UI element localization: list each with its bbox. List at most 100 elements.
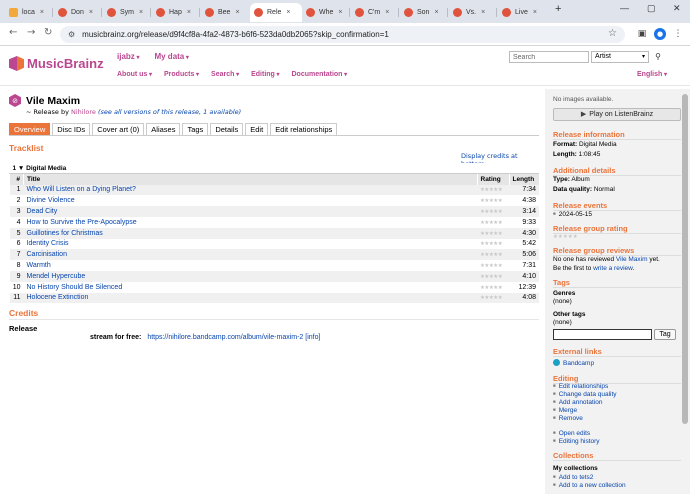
bandcamp-item[interactable]: Bandcamp (553, 359, 594, 367)
search-input[interactable] (509, 51, 589, 63)
artist-link[interactable]: Nihilore (71, 108, 96, 116)
write-review-link[interactable]: write a review (593, 265, 632, 272)
extension-icon[interactable]: ▣ (636, 28, 648, 40)
track-title-link[interactable]: Warmth (24, 260, 478, 271)
browser-tab[interactable]: Vs. × (449, 3, 496, 22)
close-tab-icon[interactable]: × (533, 9, 537, 16)
all-versions-link[interactable]: (see all versions of this release, 1 ava… (98, 108, 241, 116)
forward-icon[interactable]: → (27, 27, 35, 38)
browser-tab[interactable]: Bee × (201, 3, 248, 22)
rating-stars-icon[interactable]: ★★★★★ (480, 187, 503, 193)
close-tab-icon[interactable]: × (434, 9, 438, 16)
track-title-link[interactable]: No History Should Be Silenced (24, 282, 478, 293)
browser-tab[interactable]: Don × (54, 3, 101, 22)
open-edits-link[interactable]: Open edits (553, 430, 590, 437)
user-menu-ijabz[interactable]: ijabz (117, 52, 139, 61)
maximize-icon[interactable]: ▢ (647, 3, 656, 14)
track-title-link[interactable]: How to Survive the Pre-Apocalypse (24, 217, 478, 228)
close-tab-icon[interactable]: × (187, 9, 191, 16)
browser-tab[interactable]: Hap × (152, 3, 199, 22)
track-rating[interactable]: ★★★★★ (477, 227, 509, 239)
track-rating[interactable]: ★★★★★ (477, 206, 509, 217)
listenbrainz-button[interactable]: ▶ Play on ListenBrainz (553, 108, 681, 121)
rating-stars-icon[interactable]: ★★★★★ (480, 231, 503, 237)
track-title-link[interactable]: Guillotines for Christmas (23, 227, 477, 239)
rating-stars-icon[interactable]: ★★★★★ (480, 295, 503, 301)
change-data-quality-link[interactable]: Change data quality (553, 391, 617, 398)
language-select[interactable]: English (637, 71, 667, 78)
track-rating[interactable]: ★★★★★ (477, 249, 509, 261)
merge-link[interactable]: Merge (553, 407, 577, 414)
edit-relationships-link[interactable]: Edit relationships (553, 383, 609, 390)
track-title-link[interactable]: Carcinisation (23, 249, 477, 261)
rating-stars-icon[interactable]: ★★★★★ (480, 274, 503, 280)
bandcamp-link[interactable]: Bandcamp (563, 360, 594, 367)
nav-editing[interactable]: Editing (251, 71, 279, 78)
rating-stars-icon[interactable]: ★★★★★ (480, 198, 503, 204)
user-menu-my-data[interactable]: My data (154, 52, 188, 61)
rating-stars-icon[interactable]: ★★★★★ (480, 241, 503, 247)
rating-stars-icon[interactable]: ★★★★★ (480, 209, 503, 215)
nav-search[interactable]: Search (211, 71, 239, 78)
search-icon[interactable]: ⚲ (653, 51, 663, 63)
browser-tab[interactable]: Rele × (250, 3, 302, 22)
remove-link[interactable]: Remove (553, 415, 583, 422)
profile-avatar[interactable]: ● (654, 28, 666, 40)
nav-products[interactable]: Products (164, 71, 199, 78)
reload-icon[interactable]: ↻ (44, 27, 52, 38)
track-title-link[interactable]: Divine Violence (24, 195, 478, 206)
track-rating[interactable]: ★★★★★ (477, 282, 509, 293)
search-type-select[interactable]: Artist (591, 51, 649, 63)
close-tab-icon[interactable]: × (481, 9, 485, 16)
add-annotation-link[interactable]: Add annotation (553, 399, 603, 406)
track-title-link[interactable]: Who Will Listen on a Dying Planet? (23, 184, 477, 196)
browser-tab[interactable]: Live × (498, 3, 545, 22)
rg-rating-stars[interactable]: ★★★★★ (553, 234, 578, 240)
track-rating[interactable]: ★★★★★ (477, 270, 509, 282)
track-rating[interactable]: ★★★★★ (477, 239, 509, 250)
tab-details[interactable]: Details (210, 123, 244, 135)
rating-stars-icon[interactable]: ★★★★★ (480, 252, 503, 258)
editing-history-link[interactable]: Editing history (553, 438, 600, 445)
bookmark-star-icon[interactable]: ☆ (608, 28, 617, 39)
browser-tab[interactable]: loca × (5, 3, 52, 22)
browser-tab[interactable]: Son × (400, 3, 447, 22)
medium-header[interactable]: 1 ▼ Digital Media (9, 163, 539, 175)
rating-stars-icon[interactable]: ★★★★★ (480, 285, 503, 291)
track-title-link[interactable]: Holocene Extinction (23, 292, 477, 304)
browser-tab[interactable]: Sym × (103, 3, 150, 22)
track-title-link[interactable]: Identity Crisis (24, 239, 478, 250)
site-info-icon[interactable]: ⚙ (68, 30, 75, 39)
tab-aliases[interactable]: Aliases (146, 123, 181, 135)
minimize-icon[interactable]: — (620, 3, 629, 13)
track-rating[interactable]: ★★★★★ (477, 292, 509, 304)
close-window-icon[interactable]: ✕ (673, 3, 681, 14)
tab-edit[interactable]: Edit (245, 123, 269, 135)
page-scrollbar[interactable] (682, 94, 688, 424)
close-tab-icon[interactable]: × (40, 9, 44, 16)
track-title-link[interactable]: Mendel Hypercube (23, 270, 477, 282)
tab-edit-relationships[interactable]: Edit relationships (270, 123, 338, 135)
tag-button[interactable]: Tag (654, 329, 676, 340)
new-tab-button[interactable]: + (555, 3, 561, 15)
tab-overview[interactable]: Overview (9, 123, 51, 135)
bandcamp-url-link[interactable]: https://nihilore.bandcamp.com/album/vile… (147, 334, 303, 341)
tab-disc-ids[interactable]: Disc IDs (52, 123, 91, 135)
release-title[interactable]: Vile Maxim (26, 95, 80, 107)
track-title-link[interactable]: Dead City (23, 206, 477, 217)
nav-about-us[interactable]: About us (117, 71, 152, 78)
add-to-tets2-link[interactable]: Add to tets2 (553, 474, 594, 481)
rating-stars-icon[interactable]: ★★★★★ (480, 263, 503, 269)
track-rating[interactable]: ★★★★★ (477, 260, 509, 271)
track-rating[interactable]: ★★★★★ (477, 184, 509, 196)
close-tab-icon[interactable]: × (235, 9, 239, 16)
close-tab-icon[interactable]: × (338, 9, 342, 16)
musicbrainz-logo[interactable]: MusicBrainz (9, 56, 104, 71)
address-bar[interactable]: ⚙ musicbrainz.org/release/d9f4cf8a-4fa2-… (60, 26, 625, 43)
add-to-new-collection-link[interactable]: Add to a new collection (553, 482, 626, 489)
review-release-link[interactable]: Vile Maxim (616, 256, 648, 263)
back-icon[interactable]: ← (9, 27, 17, 38)
tag-input[interactable] (553, 329, 652, 340)
close-tab-icon[interactable]: × (385, 9, 389, 16)
tab-cover-art[interactable]: Cover art (0) (92, 123, 145, 135)
